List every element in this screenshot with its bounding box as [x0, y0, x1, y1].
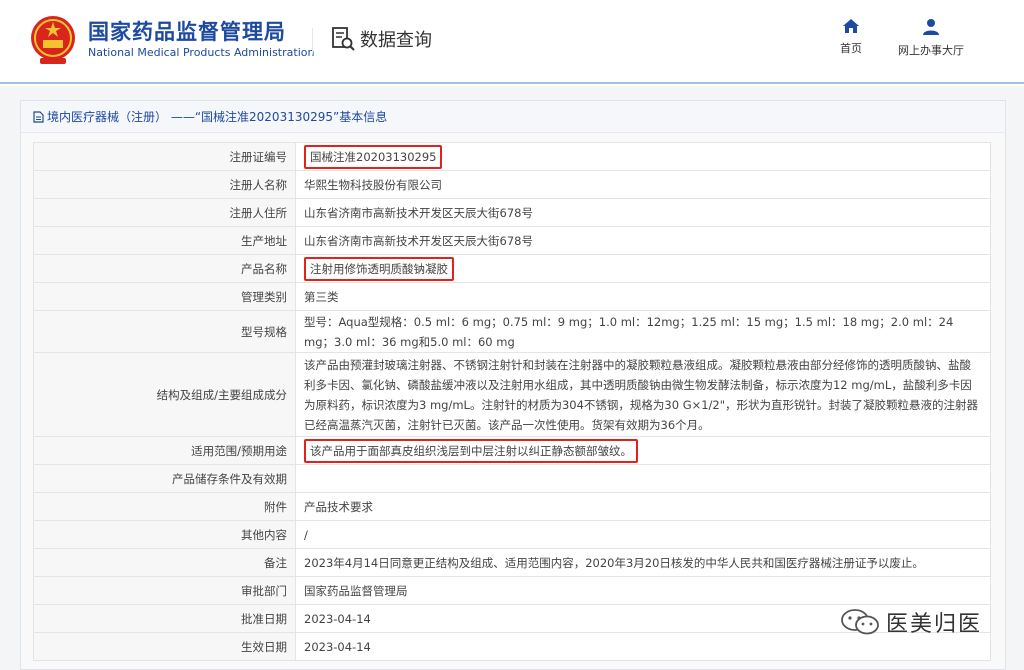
field-value: 华熙生物科技股份有限公司: [295, 170, 991, 199]
wechat-icon: [841, 609, 879, 635]
document-icon: [33, 110, 44, 123]
table-row: 其他内容 /: [33, 520, 991, 549]
data-query-label: 数据查询: [360, 30, 432, 51]
table-row: 产品储存条件及有效期: [33, 464, 991, 493]
highlight-box: 注射用修饰透明质酸钠凝胶: [304, 256, 454, 281]
table-row: 型号规格 型号：Aqua型规格：0.5 ml：6 mg；0.75 ml：9 mg…: [33, 310, 991, 353]
table-row: 产品名称 注射用修饰透明质酸钠凝胶: [33, 254, 991, 283]
table-row: 附件 产品技术要求: [33, 492, 991, 521]
field-value: 第三类: [295, 282, 991, 311]
site-header: 国家药品监督管理局 National Medical Products Admi…: [0, 0, 1024, 84]
panel-title: 境内医疗器械（注册） ——“国械注准20203130295”基本信息: [21, 101, 1005, 133]
nav-home[interactable]: 首页: [840, 18, 862, 56]
field-value: 山东省济南市高新技术开发区天辰大街678号: [295, 226, 991, 255]
field-label: 型号规格: [33, 310, 296, 353]
table-row: 适用范围/预期用途 该产品用于面部真皮组织浅层到中层注射以纠正静态额部皱纹。: [33, 436, 991, 465]
watermark-text: 医美归医: [886, 612, 983, 637]
table-row: 生产地址 山东省济南市高新技术开发区天辰大街678号: [33, 226, 991, 255]
table-row: 审批部门 国家药品监督管理局: [33, 576, 991, 605]
document-search-icon: [332, 27, 355, 51]
field-label: 产品名称: [33, 254, 296, 283]
field-value: 国械注准20203130295: [295, 142, 991, 171]
org-name-cn[interactable]: 国家药品监督管理局: [88, 16, 286, 46]
user-icon: [923, 19, 939, 35]
header-divider: [312, 28, 313, 54]
field-value: 国家药品监督管理局: [295, 576, 991, 605]
panel-title-text: 境内医疗器械（注册） ——“国械注准20203130295”基本信息: [47, 110, 388, 124]
field-value: 2023年4月14日同意更正结构及组成、适用范围内容，2020年3月20日核发的…: [295, 548, 991, 577]
field-label: 生效日期: [33, 632, 296, 661]
watermark: 医美归医: [840, 606, 982, 638]
field-value: 注射用修饰透明质酸钠凝胶: [295, 254, 991, 283]
field-value: 产品技术要求: [295, 492, 991, 521]
highlight-box: 该产品用于面部真皮组织浅层到中层注射以纠正静态额部皱纹。: [304, 438, 638, 463]
field-label: 结构及组成/主要组成成分: [33, 352, 296, 437]
field-label: 其他内容: [33, 520, 296, 549]
field-label: 审批部门: [33, 576, 296, 605]
field-value: [295, 464, 991, 493]
field-label: 适用范围/预期用途: [33, 436, 296, 465]
field-value: 该产品由预灌封玻璃注射器、不锈钢注射针和封装在注射器中的凝胶颗粒悬液组成。凝胶颗…: [295, 352, 991, 437]
field-value: 山东省济南市高新技术开发区天辰大街678号: [295, 198, 991, 227]
field-label: 附件: [33, 492, 296, 521]
org-name-en[interactable]: National Medical Products Administration: [88, 46, 314, 59]
table-row: 注册人名称 华熙生物科技股份有限公司: [33, 170, 991, 199]
field-value: /: [295, 520, 991, 549]
nav-online-hall-label: 网上办事大厅: [898, 44, 964, 57]
table-row: 结构及组成/主要组成成分 该产品由预灌封玻璃注射器、不锈钢注射针和封装在注射器中…: [33, 352, 991, 437]
field-label: 生产地址: [33, 226, 296, 255]
nav-online-hall[interactable]: 网上办事大厅: [898, 18, 964, 58]
field-label: 注册证编号: [33, 142, 296, 171]
field-label: 备注: [33, 548, 296, 577]
nav-home-label: 首页: [840, 42, 862, 55]
table-row: 注册人住所 山东省济南市高新技术开发区天辰大街678号: [33, 198, 991, 227]
table-row: 注册证编号 国械注准20203130295: [33, 142, 991, 171]
home-icon: [843, 19, 859, 33]
field-label: 注册人名称: [33, 170, 296, 199]
field-value: 型号：Aqua型规格：0.5 ml：6 mg；0.75 ml：9 mg；1.0 …: [295, 310, 991, 353]
field-label: 批准日期: [33, 604, 296, 633]
field-label: 产品储存条件及有效期: [33, 464, 296, 493]
field-label: 注册人住所: [33, 198, 296, 227]
national-emblem-icon: [31, 16, 75, 64]
field-label: 管理类别: [33, 282, 296, 311]
highlight-box: 国械注准20203130295: [304, 144, 443, 169]
data-query-link[interactable]: 数据查询: [330, 24, 432, 54]
registration-info-table: 注册证编号 国械注准20203130295 注册人名称 华熙生物科技股份有限公司…: [33, 142, 991, 661]
table-row: 备注 2023年4月14日同意更正结构及组成、适用范围内容，2020年3月20日…: [33, 548, 991, 577]
table-row: 管理类别 第三类: [33, 282, 991, 311]
field-value: 该产品用于面部真皮组织浅层到中层注射以纠正静态额部皱纹。: [295, 436, 991, 465]
